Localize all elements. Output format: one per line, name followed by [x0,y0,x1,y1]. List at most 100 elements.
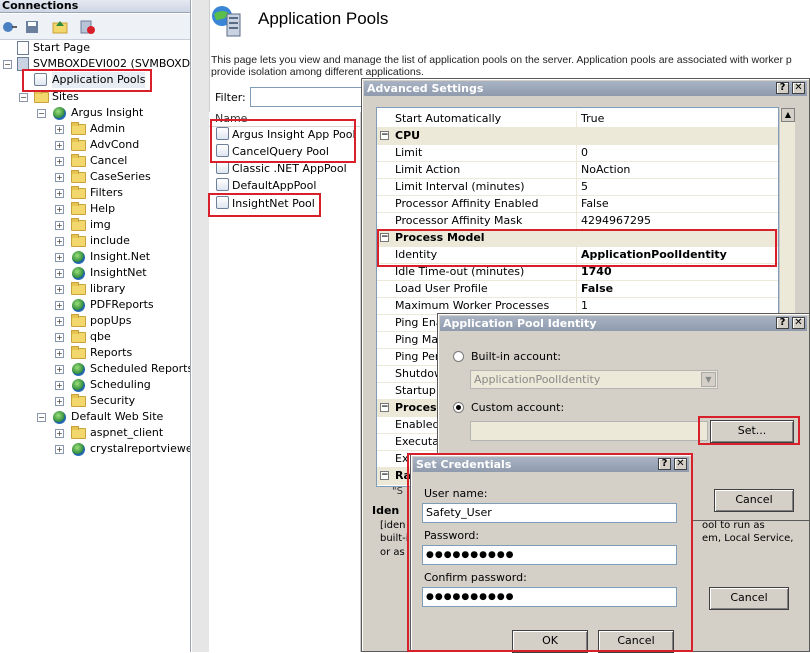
expand-icon[interactable]: + [55,381,64,390]
tree-item-folder[interactable]: + aspnet_client [0,425,190,441]
advanced-cancel-button[interactable]: Cancel [709,587,789,610]
tree-item-folder[interactable]: + Filters [0,185,190,201]
expand-icon[interactable]: + [55,253,64,262]
expand-icon[interactable]: + [55,157,64,166]
collapse-icon[interactable]: − [380,471,389,480]
up-icon[interactable] [52,19,68,35]
expand-icon[interactable]: + [55,365,64,374]
help-icon[interactable]: ? [658,458,671,470]
save-icon[interactable] [24,19,40,35]
expand-icon[interactable]: + [55,189,64,198]
tree-item-argus-insight[interactable]: − Argus Insight [0,105,190,121]
tree-item-default-web-site[interactable]: − Default Web Site [0,409,190,425]
expand-icon[interactable]: + [55,429,64,438]
scroll-up-icon[interactable]: ▲ [781,108,795,122]
close-icon[interactable]: ✕ [792,317,805,329]
expand-icon[interactable]: + [55,221,64,230]
tree-item-app[interactable]: + PDFReports [0,297,190,313]
property-row[interactable]: Idle Time-out (minutes) 1740 [377,264,778,281]
tree-item-folder[interactable]: + Reports [0,345,190,361]
builtin-account-radio[interactable] [453,351,464,362]
tree-item-folder[interactable]: + popUps [0,313,190,329]
expand-icon[interactable]: + [55,141,64,150]
category-row[interactable]: − Process Model [377,230,778,247]
tree-item-folder[interactable]: + qbe [0,329,190,345]
expand-icon[interactable]: + [55,445,64,454]
filter-input[interactable] [250,87,370,107]
property-row[interactable]: Limit 0 [377,145,778,162]
tree-item-folder[interactable]: + img [0,217,190,233]
expand-icon[interactable]: + [55,173,64,182]
custom-account-radio[interactable] [453,402,464,413]
pool-item[interactable]: DefaultAppPool [216,178,316,194]
pool-item[interactable]: InsightNet Pool [216,196,315,212]
close-icon[interactable]: ✕ [792,82,805,94]
property-row[interactable]: Limit Interval (minutes) 5 [377,179,778,196]
tree-item-app[interactable]: + Scheduling [0,377,190,393]
help-icon[interactable]: ? [776,82,789,94]
tree-item-folder[interactable]: + CaseSeries [0,169,190,185]
set-button[interactable]: Set... [710,420,794,443]
expand-icon[interactable]: + [55,269,64,278]
property-row[interactable]: Start Automatically True [377,111,778,128]
pool-item[interactable]: CancelQuery Pool [216,144,329,160]
tree-item-folder[interactable]: + Help [0,201,190,217]
collapse-icon[interactable]: − [19,93,28,102]
connections-pane: Connections Start Page − SVMBOXDEVI002 (… [0,0,191,652]
expand-icon[interactable]: + [55,333,64,342]
collapse-icon[interactable]: − [380,131,389,140]
pool-item[interactable]: Classic .NET AppPool [216,161,347,177]
expand-icon[interactable]: + [55,285,64,294]
expand-icon[interactable]: + [55,317,64,326]
disconnect-icon[interactable] [80,19,96,35]
collapse-icon[interactable]: − [380,233,389,242]
password-field[interactable]: ●●●●●●●●●● [422,545,677,565]
collapse-icon[interactable]: − [37,109,46,118]
partial-row-text: "S [392,486,403,497]
tree-item-server[interactable]: − SVMBOXDEVI002 (SVMBOXDEVIO [0,56,190,72]
tree-item-folder[interactable]: + Cancel [0,153,190,169]
close-icon[interactable]: ✕ [674,458,687,470]
tree-item-folder[interactable]: + AdvCond [0,137,190,153]
column-header-name[interactable]: Name [209,111,361,127]
tree-item-folder[interactable]: + Admin [0,121,190,137]
ok-button[interactable]: OK [512,630,588,653]
custom-account-input[interactable] [470,421,708,441]
chevron-down-icon[interactable]: ▼ [701,372,716,387]
property-row[interactable]: Processor Affinity Mask 4294967295 [377,213,778,230]
help-icon[interactable]: ? [776,317,789,329]
tree-item-folder[interactable]: + library [0,281,190,297]
tree-item-app[interactable]: + Scheduled Reports [0,361,190,377]
tree-item-folder[interactable]: + include [0,233,190,249]
tree-item-folder[interactable]: + Security [0,393,190,409]
globe-icon [72,443,85,456]
confirm-password-field[interactable]: ●●●●●●●●●● [422,587,677,607]
builtin-account-select[interactable]: ApplicationPoolIdentity ▼ [470,370,718,389]
expand-icon[interactable]: + [55,397,64,406]
tree-item-app[interactable]: + Insight.Net [0,249,190,265]
username-field[interactable]: Safety_User [422,503,677,523]
collapse-icon[interactable]: − [3,60,12,69]
property-row[interactable]: Processor Affinity Enabled False [377,196,778,213]
splitter[interactable] [192,0,210,652]
identity-cancel-button[interactable]: Cancel [714,489,794,512]
expand-icon[interactable]: + [55,237,64,246]
tree-item-sites[interactable]: − Sites [0,89,190,105]
property-row[interactable]: Limit Action NoAction [377,162,778,179]
property-row[interactable]: Load User Profile False [377,281,778,298]
back-icon[interactable] [2,19,18,35]
property-row-identity[interactable]: Identity ApplicationPoolIdentity [377,247,778,264]
tree-item-app[interactable]: +crystalreportviewers [0,441,190,457]
expand-icon[interactable]: + [55,125,64,134]
pool-item[interactable]: Argus Insight App Pool [216,127,356,143]
expand-icon[interactable]: + [55,205,64,214]
expand-icon[interactable]: + [55,349,64,358]
collapse-icon[interactable]: − [37,413,46,422]
category-row[interactable]: − CPU [377,128,778,145]
collapse-icon[interactable]: − [380,403,389,412]
expand-icon[interactable]: + [55,301,64,310]
tree-item-application-pools[interactable]: Application Pools [0,72,190,88]
tree-item-app[interactable]: + InsightNet [0,265,190,281]
credentials-cancel-button[interactable]: Cancel [598,630,674,653]
tree-item-start-page[interactable]: Start Page [0,40,190,56]
